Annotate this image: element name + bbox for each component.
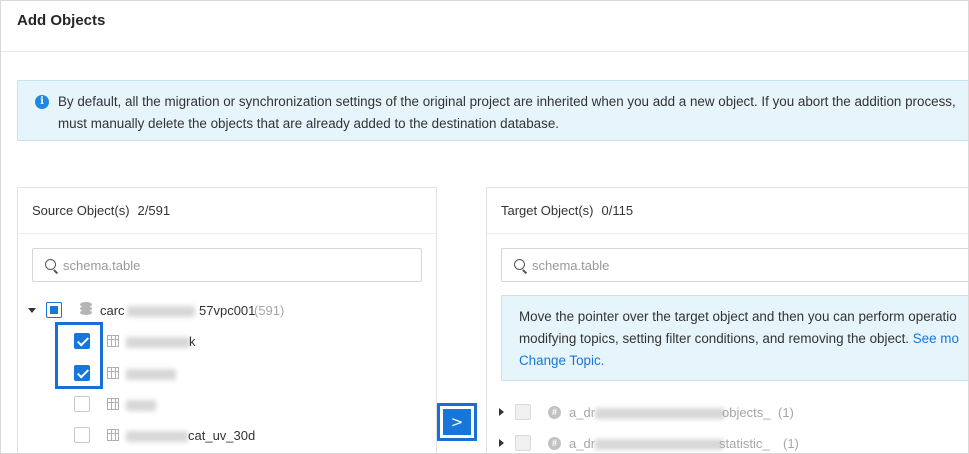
notice-line-2: must manually delete the objects that ar… (58, 116, 559, 131)
expand-caret-icon[interactable] (499, 439, 504, 447)
change-topic-link[interactable]: Change Topic. (519, 353, 604, 368)
target-selected-count: 0/115 (601, 203, 634, 218)
see-more-link[interactable]: See mo (913, 331, 959, 346)
topic-icon: # (548, 437, 561, 450)
selection-highlight (55, 322, 103, 389)
tip-line-1: Move the pointer over the target object … (519, 309, 957, 324)
tip-line-2: modifying topics, setting filter conditi… (519, 331, 913, 346)
schema-checkbox[interactable] (46, 302, 62, 318)
chevron-right-icon: > (443, 409, 471, 435)
table-icon (107, 429, 119, 441)
source-objects-panel: Source Object(s) 2/591 schema.table carc … (17, 187, 437, 453)
topic-icon: # (548, 406, 561, 419)
table-name-1: k (189, 334, 196, 349)
move-to-target-button[interactable]: > (437, 403, 477, 441)
redacted-text (595, 408, 725, 419)
table-checkbox-3[interactable] (74, 396, 90, 412)
redacted-text (127, 306, 195, 317)
topic-count-2: (1) (783, 436, 799, 451)
redacted-text (126, 337, 190, 348)
schema-name-prefix: carc (100, 303, 125, 318)
search-icon (514, 259, 525, 270)
source-panel-header: Source Object(s) 2/591 (18, 188, 436, 234)
target-panel-title: Target Object(s) (501, 203, 594, 218)
source-panel-title: Source Object(s) (32, 203, 130, 218)
topic-name-prefix-2: a_dr (569, 436, 596, 451)
schema-object-count: (591) (254, 303, 285, 318)
target-objects-panel: Target Object(s) 0/115 schema.table Move … (486, 187, 968, 453)
add-objects-dialog: Add Objects i By default, all the migrat… (0, 0, 969, 454)
redacted-text (126, 400, 156, 411)
info-icon: i (35, 95, 49, 109)
target-tip-notice: Move the pointer over the target object … (501, 295, 968, 381)
target-search-placeholder: schema.table (532, 258, 610, 273)
notice-line-1: By default, all the migration or synchro… (58, 94, 956, 109)
info-notice: i By default, all the migration or synch… (17, 80, 968, 141)
topic-count-1: (1) (778, 405, 794, 420)
source-selected-count: 2/591 (137, 203, 171, 218)
table-icon (107, 367, 119, 379)
redacted-text (126, 369, 176, 380)
target-search-input[interactable]: schema.table (501, 248, 968, 282)
table-name-4: cat_uv_30d (188, 428, 256, 443)
topic-name-prefix-1: a_dr (569, 405, 596, 420)
notice-text: By default, all the migration or synchro… (58, 91, 968, 135)
database-icon (80, 302, 92, 316)
schema-name-suffix: 57vpc001 (199, 303, 256, 318)
topic-name-suffix-1: objects_ (722, 405, 771, 420)
source-search-placeholder: schema.table (63, 258, 141, 273)
redacted-text (126, 431, 188, 442)
topic-checkbox-1[interactable] (515, 404, 531, 420)
source-search-input[interactable]: schema.table (32, 248, 422, 282)
dialog-title: Add Objects (17, 12, 106, 29)
topic-name-suffix-2: statistic_ (719, 436, 770, 451)
target-panel-header: Target Object(s) 0/115 (487, 188, 968, 234)
search-icon (45, 259, 56, 270)
table-icon (107, 335, 119, 347)
table-checkbox-4[interactable] (74, 427, 90, 443)
topic-checkbox-2[interactable] (515, 435, 531, 451)
expand-caret-icon[interactable] (28, 308, 36, 313)
dialog-header: Add Objects (1, 1, 968, 52)
table-icon (107, 398, 119, 410)
redacted-text (595, 439, 723, 450)
expand-caret-icon[interactable] (499, 408, 504, 416)
